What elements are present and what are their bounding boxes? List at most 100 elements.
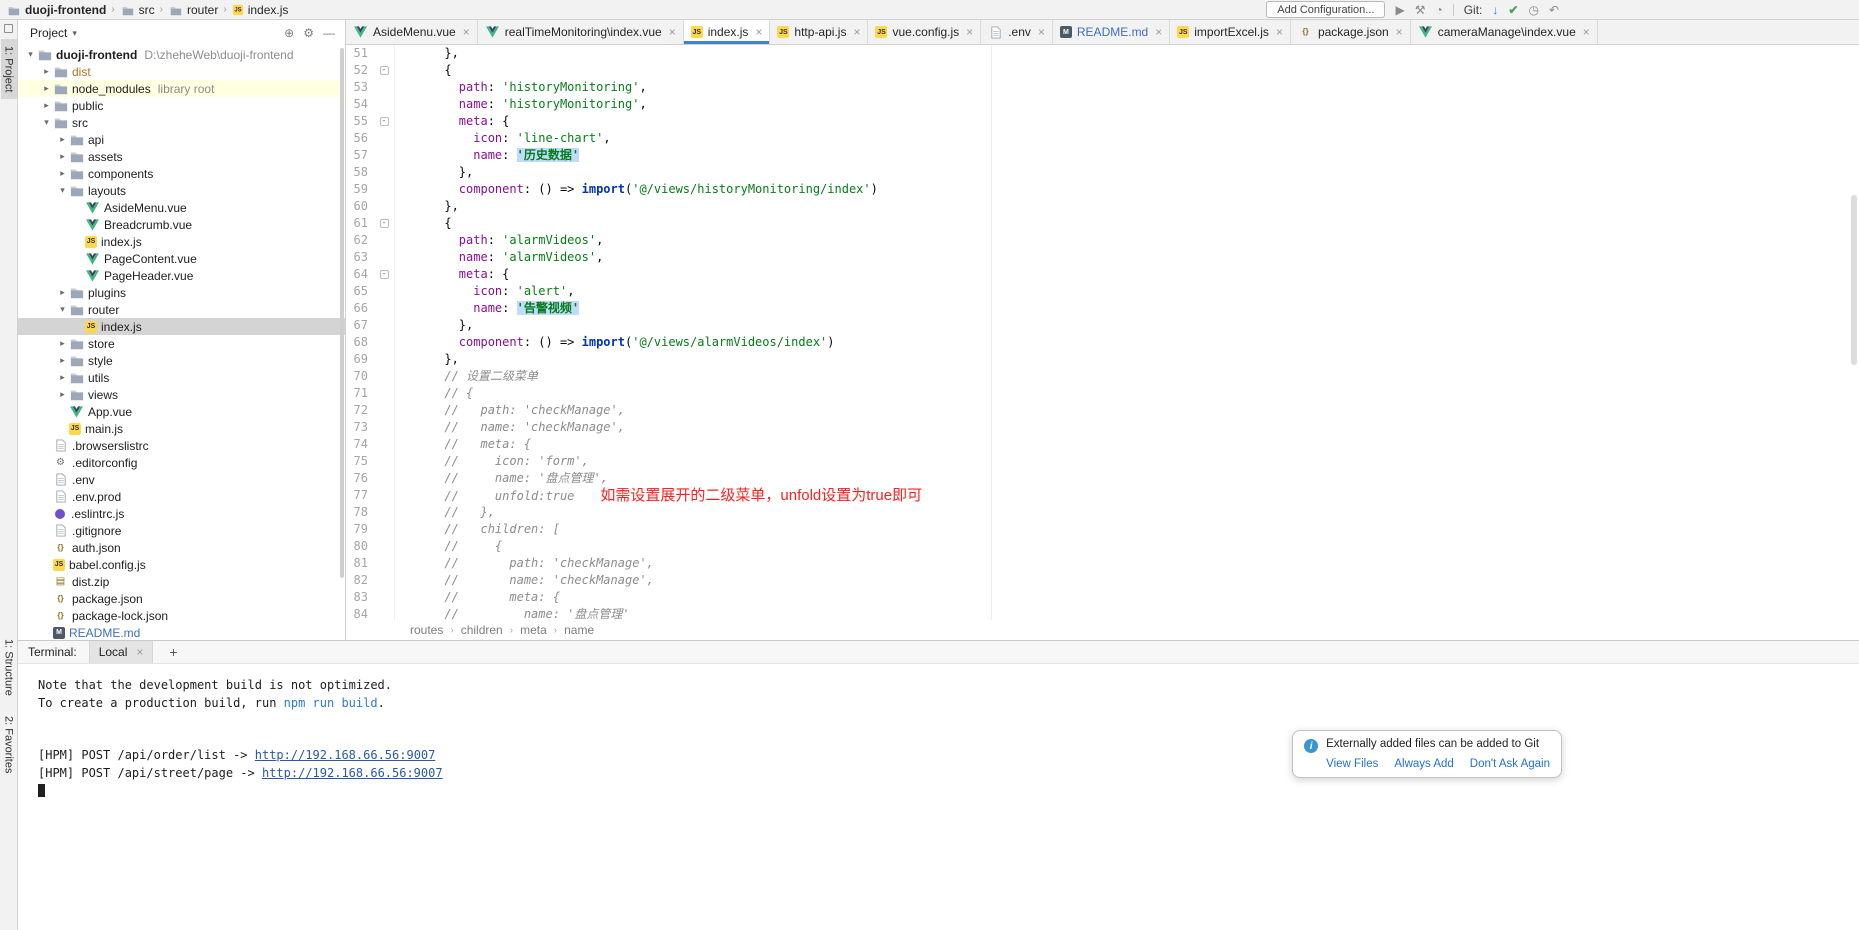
profiler-icon[interactable]: ◔ — [1435, 4, 1442, 16]
editor-tab-cameramanage-index.vue[interactable]: cameraManage\index.vue× — [1411, 20, 1598, 44]
tree-item-pageheader.vue[interactable]: PageHeader.vue — [18, 267, 345, 284]
tool-button-favorites[interactable]: 2: Favorites — [1, 709, 17, 780]
code-line[interactable]: 59 component: () => import('@/views/hist… — [346, 181, 1859, 198]
close-icon[interactable]: × — [463, 25, 470, 39]
tree-item-utils[interactable]: ▸utils — [18, 369, 345, 386]
tree-item-duoji-frontend[interactable]: ▾duoji-frontendD:\zheheWeb\duoji-fronten… — [18, 46, 345, 63]
close-icon[interactable]: × — [966, 25, 973, 39]
code-line[interactable]: 81 // path: 'checkManage', — [346, 555, 1859, 572]
chevron-right-icon[interactable]: ▸ — [56, 134, 69, 145]
close-icon[interactable]: × — [669, 25, 676, 39]
breadcrumb-item[interactable]: router — [168, 3, 218, 17]
code-line[interactable]: 82 // name: 'checkManage', — [346, 572, 1859, 589]
tree-item-plugins[interactable]: ▸plugins — [18, 284, 345, 301]
breadcrumb-item[interactable]: JSindex.js — [232, 3, 289, 17]
tree-item-style[interactable]: ▸style — [18, 352, 345, 369]
editor-tab-.env[interactable]: .env× — [981, 20, 1053, 44]
code-line[interactable]: 60 }, — [346, 198, 1859, 215]
close-icon[interactable]: × — [1276, 25, 1283, 39]
editor-tab-asidemenu.vue[interactable]: AsideMenu.vue× — [346, 20, 478, 44]
code-line[interactable]: 54 name: 'historyMonitoring', — [346, 96, 1859, 113]
view-files-link[interactable]: View Files — [1326, 758, 1378, 770]
tree-item-index.js[interactable]: JSindex.js — [18, 233, 345, 250]
code-line[interactable]: 68 component: () => import('@/views/alar… — [346, 334, 1859, 351]
fold-icon[interactable]: - — [380, 270, 389, 279]
editor-tab-index.js[interactable]: JSindex.js× — [684, 20, 771, 44]
history-icon[interactable]: ◷ — [1528, 4, 1538, 16]
code-line[interactable]: 79 // children: [ — [346, 521, 1859, 538]
close-icon[interactable]: × — [136, 645, 143, 659]
tree-item-app.vue[interactable]: App.vue — [18, 403, 345, 420]
tree-item-assets[interactable]: ▸assets — [18, 148, 345, 165]
editor-tab-http-api.js[interactable]: JShttp-api.js× — [770, 20, 868, 44]
chevron-down-icon[interactable]: ▾ — [56, 185, 69, 196]
code-line[interactable]: 53 path: 'historyMonitoring', — [346, 79, 1859, 96]
tree-item-index.js[interactable]: JSindex.js — [18, 318, 345, 335]
close-icon[interactable]: × — [755, 25, 762, 39]
tree-item-.env[interactable]: .env — [18, 471, 345, 488]
breadcrumb-item[interactable]: meta — [520, 623, 547, 637]
code-line[interactable]: 73 // name: 'checkManage', — [346, 419, 1859, 436]
tree-item-router[interactable]: ▾router — [18, 301, 345, 318]
git-commit-icon[interactable]: ✔ — [1508, 4, 1518, 16]
scrollbar[interactable] — [1849, 45, 1859, 620]
editor-tab-vue.config.js[interactable]: JSvue.config.js× — [868, 20, 981, 44]
close-icon[interactable]: × — [1155, 25, 1162, 39]
code-line[interactable]: 74 // meta: { — [346, 436, 1859, 453]
terminal-link[interactable]: http://192.168.66.56:9007 — [262, 766, 443, 780]
chevron-right-icon[interactable]: ▸ — [56, 151, 69, 162]
breadcrumb-item[interactable]: name — [564, 623, 594, 637]
terminal-output[interactable]: Note that the development build is not o… — [18, 664, 1859, 930]
terminal-link[interactable]: http://192.168.66.56:9007 — [255, 748, 436, 762]
tree-item-.editorconfig[interactable]: ⚙.editorconfig — [18, 454, 345, 471]
tree-item-views[interactable]: ▸views — [18, 386, 345, 403]
tree-item-components[interactable]: ▸components — [18, 165, 345, 182]
chevron-right-icon[interactable]: ▸ — [40, 66, 53, 77]
tree-item-babel.config.js[interactable]: JSbabel.config.js — [18, 556, 345, 573]
tree-item-src[interactable]: ▾src — [18, 114, 345, 131]
hide-panel-icon[interactable]: — — [323, 26, 335, 40]
tree-item-public[interactable]: ▸public — [18, 97, 345, 114]
tree-item-store[interactable]: ▸store — [18, 335, 345, 352]
new-terminal-button[interactable]: + — [165, 644, 181, 660]
code-line[interactable]: 84 // name: '盘点管理' — [346, 606, 1859, 620]
code-line[interactable]: 66 name: '告警视频' — [346, 300, 1859, 317]
tree-item-package-lock.json[interactable]: {}package-lock.json — [18, 607, 345, 624]
editor-tab-readme.md[interactable]: MREADME.md× — [1053, 20, 1170, 44]
code-line[interactable]: 77 // unfold:true如需设置展开的二级菜单，unfold设置为tr… — [346, 487, 1859, 504]
code-line[interactable]: 55- meta: { — [346, 113, 1859, 130]
editor-tab-package.json[interactable]: {}package.json× — [1291, 20, 1411, 44]
tree-item-.gitignore[interactable]: .gitignore — [18, 522, 345, 539]
code-line[interactable]: 63 name: 'alarmVideos', — [346, 249, 1859, 266]
tree-item-layouts[interactable]: ▾layouts — [18, 182, 345, 199]
fold-icon[interactable]: - — [380, 66, 389, 75]
code-line[interactable]: 52- { — [346, 62, 1859, 79]
close-icon[interactable]: × — [1038, 25, 1045, 39]
chevron-right-icon[interactable]: ▸ — [56, 168, 69, 179]
gear-icon[interactable]: ⚙ — [303, 26, 314, 40]
tree-item-auth.json[interactable]: {}auth.json — [18, 539, 345, 556]
code-line[interactable]: 57 name: '历史数据' — [346, 147, 1859, 164]
code-line[interactable]: 58 }, — [346, 164, 1859, 181]
locate-file-icon[interactable]: ⊕ — [284, 26, 294, 40]
tree-item-package.json[interactable]: {}package.json — [18, 590, 345, 607]
tree-item-.env.prod[interactable]: .env.prod — [18, 488, 345, 505]
tree-item-asidemenu.vue[interactable]: AsideMenu.vue — [18, 199, 345, 216]
build-icon[interactable]: ⚒ — [1415, 4, 1426, 16]
close-icon[interactable]: × — [1583, 25, 1590, 39]
code-line[interactable]: 65 icon: 'alert', — [346, 283, 1859, 300]
code-line[interactable]: 70 // 设置二级菜单 — [346, 368, 1859, 385]
close-icon[interactable]: × — [1396, 25, 1403, 39]
breadcrumb-item[interactable]: src — [120, 3, 155, 17]
rollback-icon[interactable]: ↶ — [1549, 4, 1559, 16]
code-line[interactable]: 67 }, — [346, 317, 1859, 334]
always-add-link[interactable]: Always Add — [1394, 758, 1453, 770]
tree-item-breadcrumb.vue[interactable]: Breadcrumb.vue — [18, 216, 345, 233]
dont-ask-again-link[interactable]: Don't Ask Again — [1470, 758, 1550, 770]
tool-button-structure[interactable]: 1: Structure — [1, 632, 17, 703]
breadcrumb-item[interactable]: routes — [410, 623, 443, 637]
code-line[interactable]: 61- { — [346, 215, 1859, 232]
editor-tab-realtimemonitoring-index.vue[interactable]: realTimeMonitoring\index.vue× — [478, 20, 684, 44]
code-line[interactable]: 51 }, — [346, 45, 1859, 62]
chevron-right-icon[interactable]: ▸ — [40, 100, 53, 111]
